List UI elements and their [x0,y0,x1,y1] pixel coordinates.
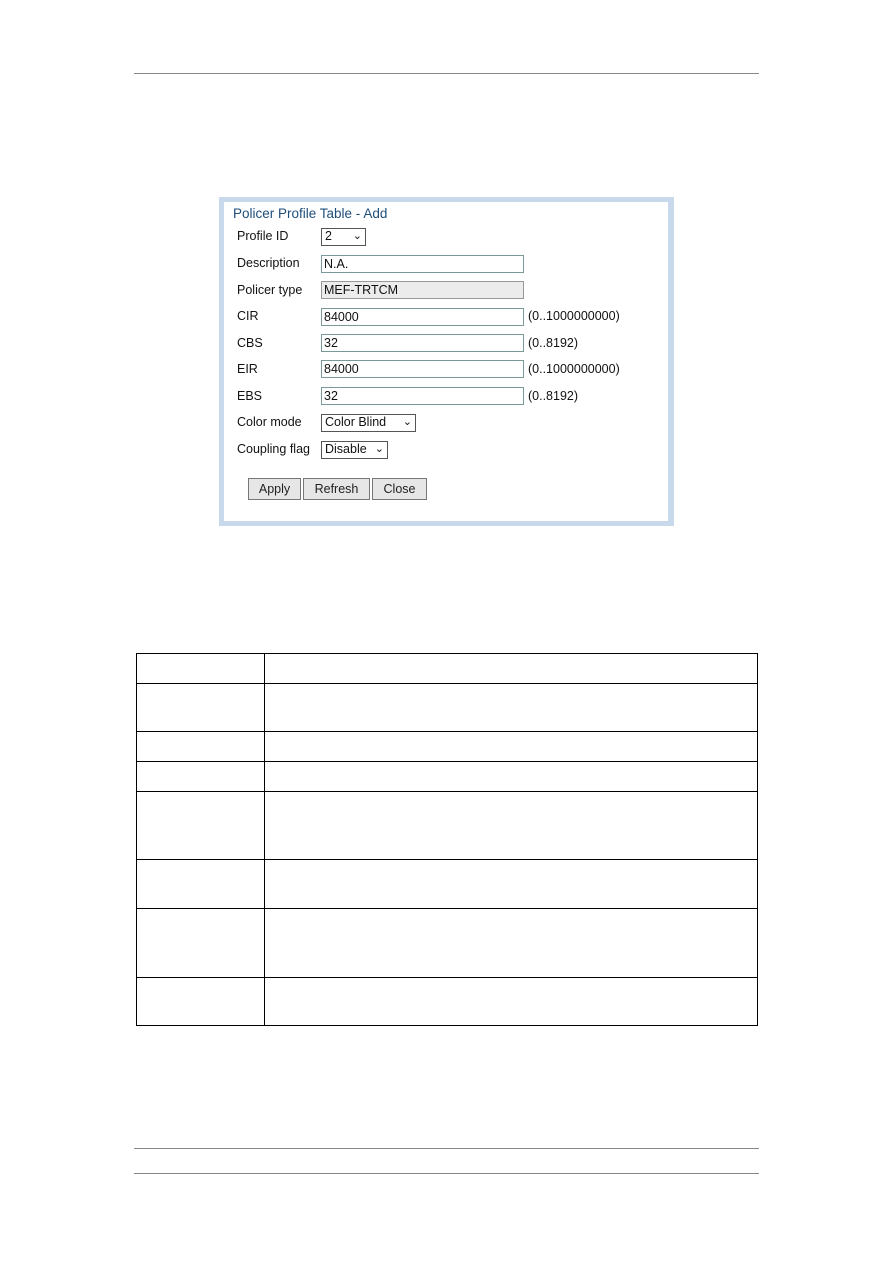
close-button[interactable]: Close [372,478,427,500]
description-input[interactable]: N.A. [321,255,524,273]
eir-label: EIR [237,362,258,376]
description-label: Description [237,256,300,270]
coupling-flag-value: Disable [325,442,367,456]
color-mode-value: Color Blind [325,415,387,429]
coupling-flag-select[interactable]: Disable ⌄ [321,441,388,459]
cbs-range: (0..8192) [528,336,579,350]
ebs-range: (0..8192) [528,389,579,403]
table-row [136,653,758,684]
policer-type-input: MEF-TRTCM [321,281,524,299]
profile-id-label: Profile ID [237,229,289,243]
cbs-label: CBS [237,336,263,350]
chevron-down-icon: ⌄ [352,230,362,242]
eir-range: (0..1000000000) [528,362,620,376]
ebs-label: EBS [237,389,263,403]
dialog-title: Policer Profile Table - Add [233,206,388,221]
color-mode-label: Color mode [237,415,302,429]
table-row [136,683,758,732]
color-mode-select[interactable]: Color Blind ⌄ [321,414,416,432]
document-page: Policer Profile Table - Add Profile ID 2… [0,0,893,1263]
header-rule [134,73,759,74]
policer-type-label: Policer type [237,283,303,297]
table-row [136,908,758,978]
cir-range: (0..1000000000) [528,309,620,323]
table-row [136,791,758,860]
apply-button[interactable]: Apply [248,478,301,500]
ebs-input[interactable]: 32 [321,387,524,405]
eir-input[interactable]: 84000 [321,360,524,378]
refresh-button[interactable]: Refresh [303,478,370,500]
profile-id-select[interactable]: 2 ⌄ [321,228,366,246]
footer-rule [134,1173,759,1174]
cbs-input[interactable]: 32 [321,334,524,352]
profile-id-value: 2 [325,229,332,243]
cir-label: CIR [237,309,259,323]
table-row [136,731,758,762]
chevron-down-icon: ⌄ [402,416,412,428]
table-row [136,761,758,792]
cir-input[interactable]: 84000 [321,308,524,326]
table-row [136,859,758,909]
coupling-flag-label: Coupling flag [237,442,310,456]
table-row [136,977,758,1026]
footer-rule [134,1148,759,1149]
description-table [136,653,758,1026]
chevron-down-icon: ⌄ [374,443,384,455]
